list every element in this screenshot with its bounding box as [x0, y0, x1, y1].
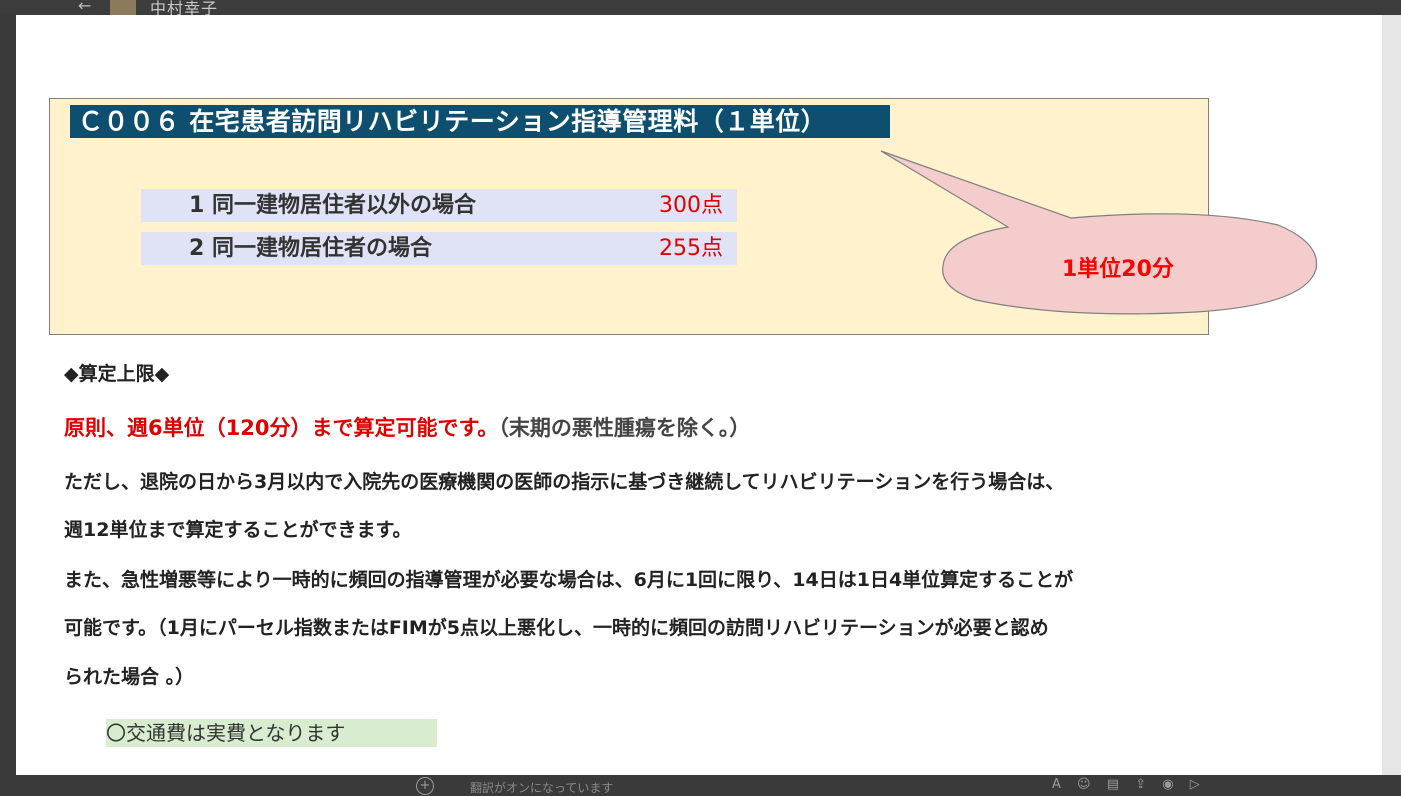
fee-item-points: 300点	[659, 193, 723, 218]
compose-hint[interactable]: 翻訳がオンになっています	[470, 779, 613, 796]
format-icon[interactable]: A	[1052, 777, 1061, 792]
sticker-icon[interactable]: ▤	[1107, 777, 1119, 792]
right-pane	[1382, 15, 1401, 775]
transport-note: 〇交通費は実費となります	[106, 719, 437, 747]
compose-toolbar: A ☺ ▤ ⇪ ◉ ▷	[1052, 777, 1212, 792]
body-line: 週12単位まで算定することができます。	[64, 519, 412, 541]
compose-bar: + 翻訳がオンになっています A ☺ ▤ ⇪ ◉ ▷	[0, 775, 1401, 796]
fee-item-2: 2 同一建物居住者の場合 255点	[141, 232, 737, 265]
add-icon[interactable]: +	[416, 777, 434, 795]
send-icon[interactable]: ▷	[1190, 777, 1200, 792]
page-title: Ｃ００６ 在宅患者訪問リハビリテーション指導管理料（１単位）	[70, 105, 890, 138]
callout-text: 1単位20分	[1062, 257, 1174, 282]
body-line: 可能です。（1月にパーセル指数またはFIMが5点以上悪化し、一時的に頻回の訪問リ…	[64, 617, 1049, 639]
limit-rule-exception: （末期の悪性腫瘍を除く。）	[498, 416, 751, 440]
body-line: また、急性増悪等により一時的に頻回の指導管理が必要な場合は、6月に1回に限り、1…	[64, 569, 1074, 591]
emoji-icon[interactable]: ☺	[1077, 777, 1091, 792]
body-line: ただし、退院の日から3月以内で入院先の医療機関の医師の指示に基づき継続してリハビ…	[64, 471, 1065, 493]
fee-item-label: 2 同一建物居住者の場合	[189, 236, 432, 261]
chat-header: ← 中村幸子	[0, 0, 1401, 18]
fee-item-1: 1 同一建物居住者以外の場合 300点	[141, 189, 737, 222]
upload-icon[interactable]: ⇪	[1135, 777, 1146, 792]
limit-rule-red: 原則、週6単位（120分）まで算定可能です。	[64, 416, 499, 440]
avatar[interactable]	[110, 0, 136, 15]
fee-item-label: 1 同一建物居住者以外の場合	[189, 193, 476, 218]
limit-heading: ◆算定上限◆	[64, 363, 170, 385]
fee-item-points: 255点	[659, 236, 723, 261]
body-line: られた場合 。）	[64, 666, 195, 688]
limit-rule: 原則、週6単位（120分）まで算定可能です。（末期の悪性腫瘍を除く。）	[64, 412, 750, 442]
record-icon[interactable]: ◉	[1162, 777, 1173, 792]
slide-image: Ｃ００６ 在宅患者訪問リハビリテーション指導管理料（１単位） 1 同一建物居住者…	[16, 15, 1382, 775]
back-arrow-icon[interactable]: ←	[78, 0, 91, 15]
